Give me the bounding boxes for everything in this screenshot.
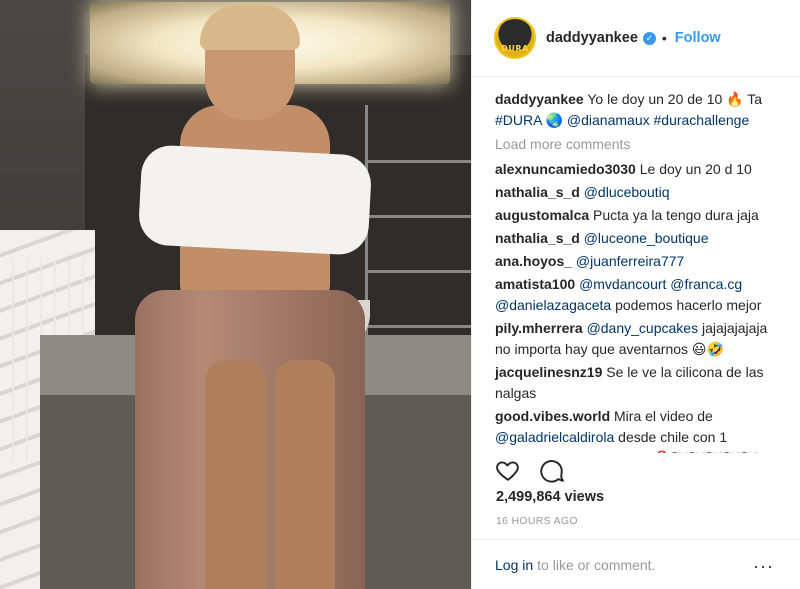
comment-username[interactable]: jacquelinesnz19 (495, 364, 602, 380)
comment-item: jacquelinesnz19 Se le ve la cilicona de … (495, 364, 764, 401)
mention-link[interactable]: @dianamaux (567, 112, 650, 128)
heart-icon[interactable] (495, 457, 521, 486)
login-link[interactable]: Log in (495, 557, 533, 573)
load-more-comments[interactable]: Load more comments (495, 136, 776, 152)
comment-username[interactable]: nathalia_s_d (495, 184, 580, 200)
comment-item: alexnuncamiedo3030 Le doy un 20 d 10 (495, 161, 752, 177)
comment-username[interactable]: augustomalca (495, 207, 589, 223)
post-header: DURA daddyyankee ✓ • Follow (472, 0, 800, 77)
comment-username[interactable]: nathalia_s_d (495, 230, 580, 246)
comment-username[interactable]: alexnuncamiedo3030 (495, 161, 636, 177)
mention-link[interactable]: @dluceboutiq (584, 184, 670, 200)
comment-username[interactable]: good.vibes.world (495, 408, 610, 424)
avatar[interactable]: DURA (494, 17, 536, 59)
hashtag-link[interactable]: #DURA (495, 112, 542, 128)
follow-button[interactable]: Follow (675, 30, 721, 46)
caption: daddyyankee Yo le doy un 20 de 10 🔥 Ta #… (495, 91, 763, 128)
comment-item: good.vibes.world Mira el video de @galad… (495, 408, 758, 453)
mention-link[interactable]: @juanferreira777 (576, 253, 684, 269)
username-link[interactable]: daddyyankee (546, 30, 638, 46)
comment-item: nathalia_s_d @luceone_boutique (495, 228, 776, 249)
comment-username[interactable]: amatista100 (495, 276, 575, 292)
comment-item: ana.hoyos_ @juanferreira777 (495, 251, 776, 272)
comment-icon[interactable] (539, 457, 565, 486)
comment-list: daddyyankee Yo le doy un 20 de 10 🔥 Ta #… (472, 77, 800, 453)
separator-dot: • (661, 30, 667, 46)
post-video[interactable] (0, 0, 471, 589)
mention-link[interactable]: @galadrielcaldirola (495, 429, 614, 445)
comment-item: augustomalca Pucta ya la tengo dura jaja (495, 207, 759, 223)
comment-item: amatista100 @mvdancourt @franca.cg @dani… (495, 276, 762, 313)
comment-item: nathalia_s_d @dluceboutiq (495, 182, 776, 203)
mention-link[interactable]: @luceone_boutique (584, 230, 709, 246)
post-timestamp[interactable]: 16 HOURS AGO (496, 515, 578, 527)
caption-username[interactable]: daddyyankee (495, 91, 584, 107)
login-footer: Log in to like or comment. (472, 539, 800, 589)
verified-badge-icon: ✓ (642, 31, 656, 45)
view-count: 2,499,864 views (496, 489, 605, 505)
post-side-panel: DURA daddyyankee ✓ • Follow daddyyankee … (471, 0, 800, 589)
hashtag-link[interactable]: #durachallenge (654, 112, 750, 128)
comment-item: pily.mherrera @dany_cupcakes jajajajajaj… (495, 320, 768, 357)
dancing-person (125, 0, 385, 589)
comment-username[interactable]: pily.mherrera (495, 320, 583, 336)
login-prompt-text: to like or comment. (537, 556, 656, 573)
more-options-icon[interactable]: ··· (753, 556, 774, 577)
mention-link[interactable]: @dany_cupcakes (587, 320, 699, 336)
action-bar (495, 457, 565, 486)
comment-username[interactable]: ana.hoyos_ (495, 253, 572, 269)
